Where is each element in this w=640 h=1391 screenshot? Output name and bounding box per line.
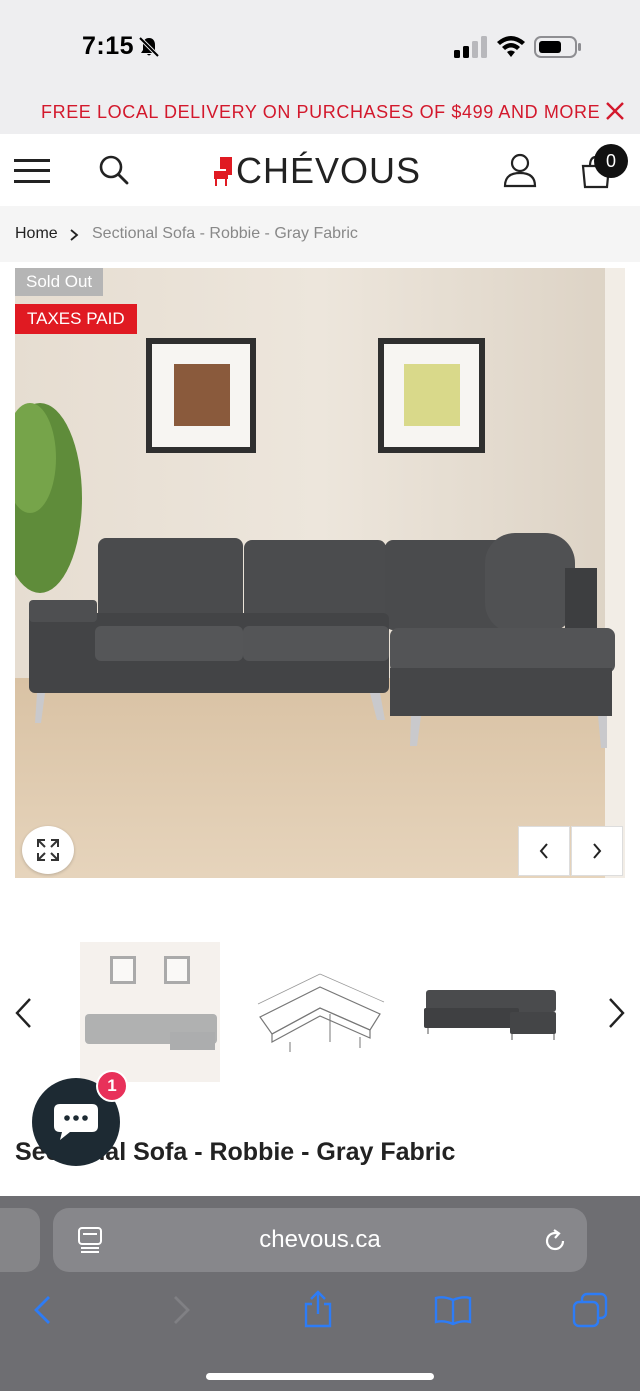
logo-text: CHÉVOUS [236, 150, 422, 191]
product-main-image[interactable] [15, 268, 625, 878]
zoom-button[interactable] [22, 826, 74, 874]
breadcrumb-current: Sectional Sofa - Robbie - Gray Fabric [92, 225, 358, 242]
sold-out-badge: Sold Out [15, 268, 104, 296]
bell-slash-icon [138, 36, 160, 58]
search-icon[interactable] [98, 154, 130, 186]
breadcrumb: Home Sectional Sofa - Robbie - Gray Fabr… [0, 206, 640, 262]
signal-icon [454, 36, 487, 58]
promo-text: FREE LOCAL DELIVERY ON PURCHASES OF $499… [41, 102, 601, 122]
chevron-left-icon [539, 843, 548, 859]
chevron-right-icon [593, 843, 602, 859]
sofa-photo [15, 268, 625, 878]
image-next-button[interactable] [571, 826, 623, 876]
thumbnail-prev-arrow[interactable] [12, 996, 36, 1030]
expand-icon [37, 839, 59, 861]
status-time: 7:15 [82, 32, 135, 60]
thumbnail-product-photo[interactable] [420, 942, 560, 1082]
account-icon[interactable] [502, 152, 538, 188]
back-arrow-icon[interactable] [30, 1294, 56, 1326]
tabs-icon[interactable] [572, 1292, 608, 1328]
breadcrumb-home-link[interactable]: Home [15, 225, 58, 243]
chat-bubble-icon [54, 1104, 98, 1140]
chevron-right-icon [70, 229, 79, 241]
thumbnail-dimension-diagram[interactable] [250, 942, 390, 1082]
cart-count-badge: 0 [594, 144, 628, 178]
image-prev-button[interactable] [518, 826, 570, 876]
promo-banner: FREE LOCAL DELIVERY ON PURCHASES OF $499… [0, 92, 640, 134]
battery-icon [534, 36, 581, 58]
forward-arrow-icon[interactable] [168, 1294, 194, 1326]
menu-icon[interactable] [14, 157, 50, 185]
reload-icon[interactable] [542, 1228, 568, 1254]
home-indicator [206, 1373, 434, 1380]
wifi-icon [497, 36, 525, 57]
thumbnail-room-photo[interactable] [80, 942, 220, 1082]
bookmarks-icon[interactable] [434, 1294, 472, 1326]
thumbnail-next-arrow[interactable] [604, 996, 628, 1030]
taxes-paid-badge: TAXES PAID [15, 304, 137, 334]
share-icon[interactable] [302, 1290, 334, 1328]
brand-logo[interactable]: CHÉVOUS [212, 150, 421, 192]
chair-logo-icon [214, 157, 232, 186]
close-icon[interactable] [604, 100, 626, 122]
chat-unread-badge: 1 [96, 1070, 128, 1102]
